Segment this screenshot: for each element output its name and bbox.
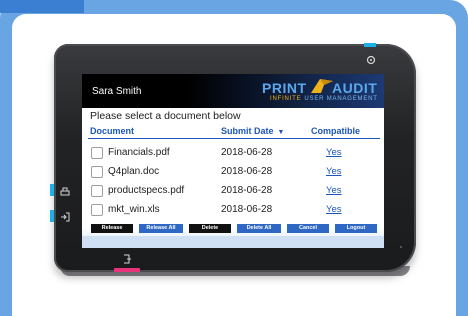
compatible-link[interactable]: Yes <box>326 185 342 196</box>
row-checkbox[interactable] <box>91 185 103 197</box>
status-led-bottom <box>114 268 140 272</box>
print-audit-logo: PRINT AUDIT INFINITE USER MANAGEMENT <box>260 78 380 104</box>
status-led-left-bottom <box>50 210 54 222</box>
brand-wing-icon <box>311 79 333 93</box>
table-row[interactable]: Q4plan.doc 2018-06-28 Yes <box>82 163 384 181</box>
submit-date: 2018-06-28 <box>221 204 273 215</box>
submit-date: 2018-06-28 <box>221 147 273 158</box>
frame-corner-accent <box>0 0 84 13</box>
device-sensor-dot <box>400 246 402 248</box>
brand-subtitle: INFINITE USER MANAGEMENT <box>270 96 378 102</box>
table-row[interactable]: Financials.pdf 2018-06-28 Yes <box>82 144 384 162</box>
login-icon[interactable] <box>60 212 70 225</box>
logout-button[interactable]: Logout <box>335 224 377 233</box>
column-header-compatible[interactable]: Compatible <box>311 126 360 136</box>
cancel-button[interactable]: Cancel <box>287 224 329 233</box>
page-prompt: Please select a document below <box>90 110 241 122</box>
submit-date: 2018-06-28 <box>221 166 273 177</box>
compatible-link[interactable]: Yes <box>326 166 342 177</box>
header-divider <box>88 138 380 139</box>
touch-screen: Sara Smith PRINT AUDIT INFINITE USER MANA… <box>82 74 384 248</box>
compatible-link[interactable]: Yes <box>326 147 342 158</box>
brand-audit-text: AUDIT <box>332 80 378 96</box>
document-name: Financials.pdf <box>108 147 170 158</box>
column-header-submit-date[interactable]: Submit Date ▼ <box>221 126 284 136</box>
document-name: mkt_win.xls <box>108 204 160 215</box>
row-checkbox[interactable] <box>91 204 103 216</box>
column-header-document[interactable]: Document <box>90 126 134 136</box>
status-led-top <box>364 43 376 47</box>
delete-all-button[interactable]: Delete All <box>237 224 281 233</box>
row-checkbox[interactable] <box>91 166 103 178</box>
sort-desc-icon: ▼ <box>277 129 285 136</box>
submit-date: 2018-06-28 <box>221 185 273 196</box>
brand-print-text: PRINT <box>262 80 307 96</box>
screen-header: Sara Smith PRINT AUDIT INFINITE USER MANA… <box>82 74 384 108</box>
printer-icon[interactable] <box>60 187 70 200</box>
release-button[interactable]: Release <box>91 224 133 233</box>
row-checkbox[interactable] <box>91 147 103 159</box>
document-name: Q4plan.doc <box>108 166 160 177</box>
status-led-left-top <box>50 184 54 196</box>
brand-sub-infinite: INFINITE <box>270 96 302 102</box>
delete-button[interactable]: Delete <box>189 224 231 233</box>
table-row[interactable]: mkt_win.xls 2018-06-28 Yes <box>82 201 384 219</box>
action-bar-strip <box>82 236 384 248</box>
column-header-submit-date-label: Submit Date <box>221 126 274 136</box>
release-all-button[interactable]: Release All <box>139 224 183 233</box>
settings-icon[interactable] <box>366 55 376 68</box>
table-row[interactable]: productspecs.pdf 2018-06-28 Yes <box>82 182 384 200</box>
logout-icon[interactable] <box>122 254 132 267</box>
user-name: Sara Smith <box>92 86 142 97</box>
brand-sub-rest: USER MANAGEMENT <box>304 96 378 102</box>
document-name: productspecs.pdf <box>108 185 185 196</box>
compatible-link[interactable]: Yes <box>326 204 342 215</box>
